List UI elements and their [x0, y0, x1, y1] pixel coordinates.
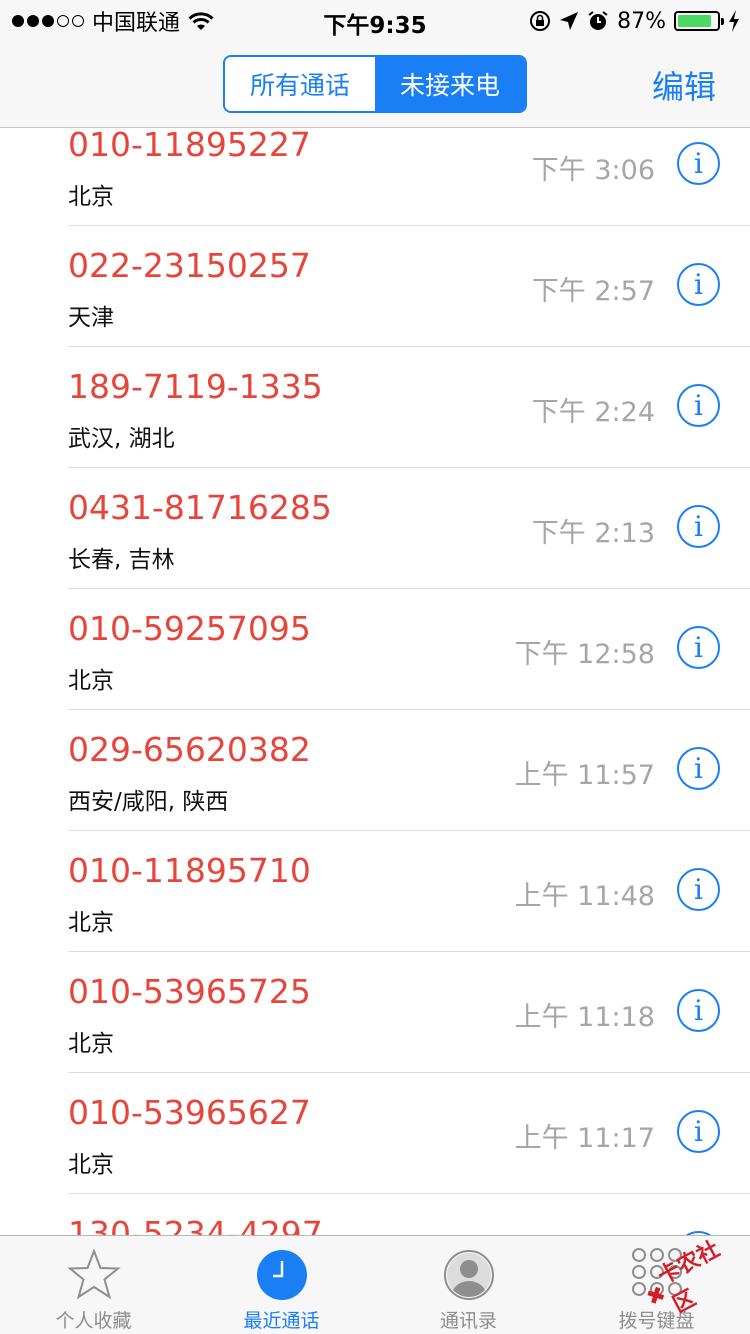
call-row[interactable]: 010-53965627 北京 上午 11:17 i: [0, 1073, 750, 1194]
call-row[interactable]: 010-59257095 北京 下午 12:58 i: [0, 589, 750, 710]
call-time: 上午 11:18: [514, 1002, 655, 1033]
call-time: 下午 2:24: [531, 397, 655, 428]
call-number: 010-53965725: [68, 972, 311, 1011]
call-number: 010-53965627: [68, 1093, 311, 1132]
orientation-lock-icon: [530, 11, 551, 31]
battery-icon: [674, 11, 724, 31]
call-row[interactable]: 130-5234-4297i: [0, 1194, 750, 1235]
info-button-icon[interactable]: i: [677, 384, 720, 427]
call-time: 下午 2:57: [531, 276, 655, 307]
call-row[interactable]: 0431-81716285 长春, 吉林 下午 2:13 i: [0, 468, 750, 589]
call-row[interactable]: 010-11895227 北京 下午 3:06 i: [0, 129, 750, 226]
call-row[interactable]: 029-65620382 西安/咸阳, 陕西 上午 11:57 i: [0, 710, 750, 831]
call-filter-segmented-control: 所有通话 未接来电: [223, 55, 527, 113]
call-number: 029-65620382: [68, 730, 311, 769]
info-button-icon[interactable]: i: [677, 1110, 720, 1153]
tab-contacts[interactable]: 通讯录: [375, 1236, 562, 1334]
call-number: 189-7119-1335: [68, 367, 323, 406]
tab-recents[interactable]: 最近通话: [188, 1236, 375, 1334]
battery-percentage: 87%: [617, 8, 666, 34]
tab-bar: 个人收藏 最近通话 通讯录 拨号键盘: [0, 1235, 750, 1334]
call-location: 长春, 吉林: [68, 547, 175, 573]
info-button-icon[interactable]: i: [677, 747, 720, 790]
call-time: 上午 11:17: [514, 1123, 655, 1154]
call-location: 北京: [68, 1031, 114, 1057]
edit-button[interactable]: 编辑: [652, 62, 716, 108]
battery-fill: [678, 15, 712, 27]
info-button-icon[interactable]: i: [677, 142, 720, 185]
call-row[interactable]: 189-7119-1335 武汉, 湖北 下午 2:24 i: [0, 347, 750, 468]
charging-bolt-icon: [729, 10, 739, 32]
clock-icon: [252, 1248, 312, 1302]
call-number: 0431-81716285: [68, 488, 332, 527]
tab-favorites[interactable]: 个人收藏: [0, 1236, 187, 1334]
star-icon: [64, 1248, 124, 1302]
call-location: 天津: [68, 305, 114, 331]
status-right: 87%: [529, 6, 740, 36]
tab-label: 个人收藏: [55, 1310, 132, 1332]
call-time: 下午 3:06: [531, 155, 655, 186]
call-row[interactable]: 022-23150257 天津 下午 2:57 i: [0, 226, 750, 347]
navigation-bar: 所有通话 未接来电 编辑: [0, 40, 750, 128]
location-arrow-icon: [560, 12, 579, 30]
segment-missed-calls[interactable]: 未接来电: [375, 57, 525, 111]
recent-calls-list[interactable]: 010-11895227 北京 下午 3:06 i 022-23150257 天津 下午 2…: [0, 129, 750, 1235]
call-location: 北京: [68, 668, 114, 694]
tab-label: 最近通话: [243, 1310, 320, 1332]
call-number: 022-23150257: [68, 246, 311, 285]
info-button-icon[interactable]: i: [677, 868, 720, 911]
call-number: 010-11895227: [68, 129, 311, 164]
call-number: 010-59257095: [68, 609, 311, 648]
call-location: 西安/咸阳, 陕西: [68, 789, 229, 815]
info-button-icon[interactable]: i: [677, 263, 720, 306]
segment-all-calls[interactable]: 所有通话: [225, 57, 375, 111]
alarm-icon: [588, 11, 608, 30]
call-location: 北京: [68, 910, 114, 936]
info-button-icon[interactable]: i: [677, 989, 720, 1032]
call-location: 北京: [68, 184, 114, 210]
status-bar: 中国联通 下午9:35 87%: [0, 0, 750, 40]
info-button-icon[interactable]: i: [677, 626, 720, 669]
info-button-icon[interactable]: i: [677, 505, 720, 548]
call-time: 上午 11:57: [514, 760, 655, 791]
tab-label: 通讯录: [439, 1310, 497, 1332]
call-number: 010-11895710: [68, 851, 311, 890]
call-time: 上午 11:48: [514, 881, 655, 912]
contact-icon: [439, 1248, 499, 1302]
call-location: 北京: [68, 1152, 114, 1178]
call-location: 武汉, 湖北: [68, 426, 175, 452]
call-time: 下午 2:13: [531, 518, 655, 549]
call-row[interactable]: 010-11895710 北京 上午 11:48 i: [0, 831, 750, 952]
call-number: 130-5234-4297: [68, 1214, 323, 1235]
call-time: 下午 12:58: [514, 639, 655, 670]
call-row[interactable]: 010-53965725 北京 上午 11:18 i: [0, 952, 750, 1073]
